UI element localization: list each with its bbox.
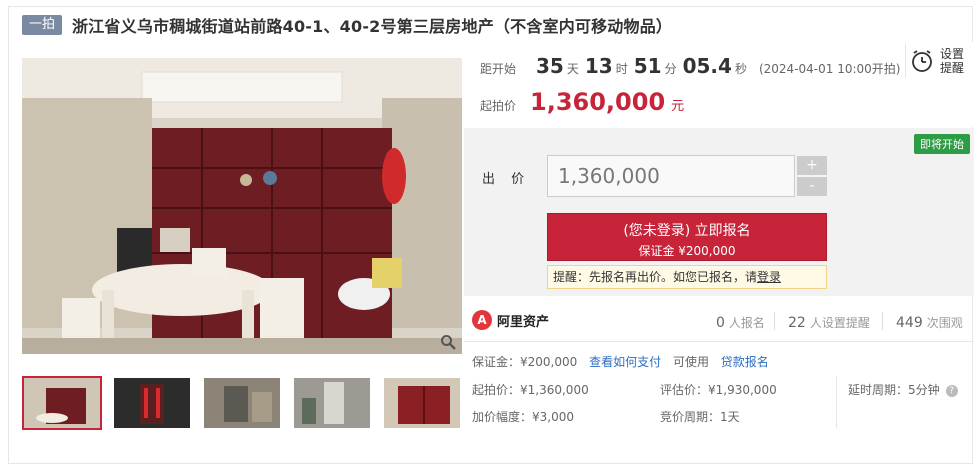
loan-signup-link[interactable]: 贷款报名 bbox=[721, 355, 769, 369]
how-to-pay-link[interactable]: 查看如何支付 bbox=[589, 355, 661, 369]
title-row: 一拍 浙江省义乌市稠城街道站前路40-1、40-2号第三层房地产（不含室内可移动… bbox=[22, 14, 672, 36]
bid-panel: 即将开始 出 价 + - (您未登录) 立即报名 保证金 ¥200,000 提醒… bbox=[464, 128, 974, 296]
brand-name: 阿里资产 bbox=[497, 314, 550, 330]
deposit-row: 保证金：¥200,000 查看如何支付 可使用 贷款报名 bbox=[472, 353, 769, 370]
reminder-label-2: 提醒 bbox=[940, 61, 965, 75]
countdown-hours: 13 bbox=[584, 54, 613, 78]
divider bbox=[882, 312, 883, 330]
countdown: 距开始 35 天 13 时 51 分 05.4 秒 (2024-04-01 10… bbox=[480, 54, 900, 78]
appraisal-price: 评估价：¥1,930,000 bbox=[660, 383, 777, 397]
countdown-days: 35 bbox=[536, 54, 564, 78]
alarm-clock-icon bbox=[912, 50, 932, 72]
set-reminder-button[interactable]: 设置 提醒 bbox=[905, 44, 967, 78]
watcher-count: 449 次围观 bbox=[896, 312, 963, 331]
countdown-hours-unit: 时 bbox=[615, 62, 628, 76]
countdown-minutes-unit: 分 bbox=[664, 62, 677, 76]
thumbnail-5[interactable] bbox=[382, 376, 462, 430]
bid-stepper: + - bbox=[797, 156, 827, 198]
status-badge: 即将开始 bbox=[914, 134, 970, 154]
divider bbox=[774, 312, 775, 330]
main-photo[interactable] bbox=[22, 58, 462, 354]
reminder-count-unit: 人设置提醒 bbox=[809, 316, 870, 330]
reminder-label-1: 设置 bbox=[940, 47, 965, 61]
signup-count-unit: 人报名 bbox=[728, 316, 765, 330]
countdown-label: 距开始 bbox=[480, 62, 517, 76]
signup-count: 0 人报名 bbox=[716, 312, 765, 331]
page-title: 浙江省义乌市稠城街道站前路40-1、40-2号第三层房地产（不含室内可移动物品） bbox=[72, 17, 673, 36]
delay-period-value: 延时周期：5分钟 bbox=[848, 383, 940, 397]
divider bbox=[836, 376, 837, 428]
start-datetime: (2024-04-01 10:00开拍) bbox=[758, 62, 901, 76]
alibaba-assets-icon: A bbox=[472, 310, 492, 330]
signup-button-label: (您未登录) 立即报名 bbox=[623, 223, 751, 239]
alibaba-assets-logo: A 阿里资产 bbox=[472, 310, 549, 330]
stats-row: A 阿里资产 0 人报名 22 人设置提醒 449 次围观 bbox=[464, 300, 974, 342]
available-label: 可使用 bbox=[672, 355, 709, 369]
start-price-row: 起拍价 1,360,000 元 bbox=[480, 88, 684, 116]
thumbnail-4[interactable] bbox=[292, 376, 372, 430]
countdown-seconds-unit: 秒 bbox=[734, 62, 747, 76]
bid-amount-input[interactable] bbox=[547, 155, 795, 197]
thumbnail-2[interactable] bbox=[112, 376, 192, 430]
decrease-bid-button[interactable]: - bbox=[797, 177, 827, 196]
countdown-days-unit: 天 bbox=[566, 62, 579, 76]
reminder-count-value: 22 bbox=[788, 315, 806, 331]
bid-label: 出 价 bbox=[482, 172, 531, 187]
countdown-minutes: 51 bbox=[633, 54, 662, 78]
start-price-detail: 起拍价：¥1,360,000 bbox=[472, 383, 589, 397]
auction-details: 保证金：¥200,000 查看如何支付 可使用 贷款报名 起拍价：¥1,360,… bbox=[464, 342, 974, 432]
help-icon[interactable]: ? bbox=[945, 384, 958, 397]
thumbnail-1[interactable] bbox=[22, 376, 102, 430]
watcher-count-value: 449 bbox=[896, 315, 923, 331]
watcher-count-unit: 次围观 bbox=[926, 316, 963, 330]
countdown-seconds: 05.4 bbox=[682, 54, 732, 78]
start-price-value: 1,360,000 bbox=[530, 88, 666, 116]
increase-bid-button[interactable]: + bbox=[797, 156, 827, 175]
start-price-label: 起拍价 bbox=[480, 99, 517, 113]
delay-period: 延时周期：5分钟? bbox=[848, 381, 958, 398]
signup-count-value: 0 bbox=[716, 315, 725, 331]
bid-cycle: 竞价周期：1天 bbox=[660, 410, 740, 424]
deposit-value: 保证金：¥200,000 bbox=[472, 355, 578, 369]
room-photo bbox=[22, 58, 462, 354]
zoom-icon[interactable] bbox=[440, 334, 456, 350]
login-tip-text: 提醒：先报名再出价。如您已报名，请 bbox=[553, 270, 758, 284]
start-price-unit: 元 bbox=[671, 99, 685, 114]
signup-button[interactable]: (您未登录) 立即报名 保证金 ¥200,000 bbox=[547, 213, 827, 261]
login-tip: 提醒：先报名再出价。如您已报名，请登录 bbox=[547, 265, 827, 289]
reminder-count: 22 人设置提醒 bbox=[788, 312, 870, 331]
login-link[interactable]: 登录 bbox=[757, 270, 781, 284]
thumbnail-3[interactable] bbox=[202, 376, 282, 430]
bid-increment: 加价幅度：¥3,000 bbox=[472, 410, 574, 424]
auction-info: 距开始 35 天 13 时 51 分 05.4 秒 (2024-04-01 10… bbox=[464, 42, 974, 127]
auction-round-badge: 一拍 bbox=[22, 15, 63, 35]
thumbnail-strip bbox=[22, 376, 472, 430]
signup-deposit-label: 保证金 ¥200,000 bbox=[638, 244, 736, 258]
